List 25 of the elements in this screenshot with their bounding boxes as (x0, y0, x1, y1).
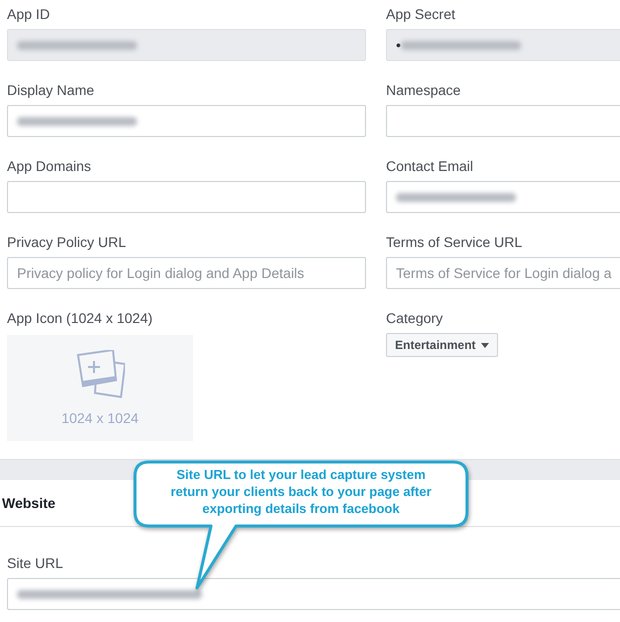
category-dropdown[interactable]: Entertainment (386, 333, 498, 357)
field-value: • (396, 37, 401, 53)
input-field[interactable] (7, 181, 366, 213)
field-label: Category (386, 309, 444, 327)
field-label: Privacy Policy URL (7, 233, 128, 251)
field-label: Terms of Service URL (386, 233, 524, 251)
field-label: App Icon (1024 x 1024) (7, 309, 154, 327)
field-label: Display Name (7, 81, 96, 99)
callout-text: Site URL to let your lead capture system return your clients back to your page after exporting details from facebook (170, 466, 432, 517)
field-label: App Secret (386, 5, 456, 23)
caret-icon (480, 342, 489, 348)
input-field[interactable] (7, 105, 366, 137)
image-icon (75, 350, 125, 398)
field-label: App ID (7, 5, 51, 23)
input-field[interactable]: Terms of Service for Login dialog a (386, 257, 620, 289)
input-field[interactable]: • (386, 29, 620, 61)
section-title: Website (2, 495, 56, 511)
input-field[interactable] (7, 578, 620, 610)
field-label: App Domains (7, 157, 92, 175)
input-field[interactable] (7, 29, 366, 61)
icon-size-text: 1024 x 1024 (61, 410, 139, 426)
field-label: Contact Email (386, 157, 474, 175)
input-field[interactable]: Privacy policy for Login dialog and App Details (7, 257, 366, 289)
field-label: Namespace (386, 81, 462, 99)
field-label: Site URL (7, 554, 64, 572)
